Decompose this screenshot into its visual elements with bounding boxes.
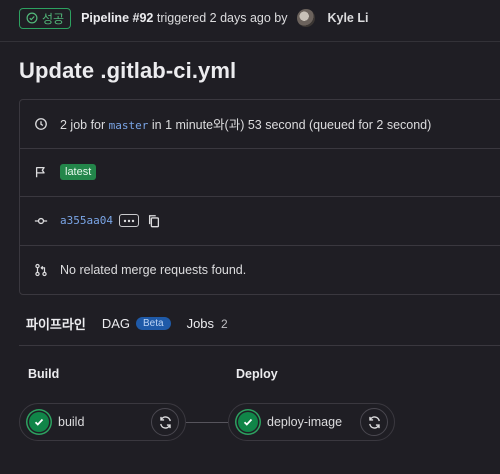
retry-button[interactable] — [360, 408, 388, 436]
jobs-count: 2 — [221, 316, 228, 331]
retry-button[interactable] — [151, 408, 179, 436]
latest-badge: latest — [60, 164, 97, 181]
success-check-icon — [238, 412, 258, 432]
job-build-label: build — [58, 415, 85, 429]
pipeline-header: 성공 Pipeline #92 triggered 2 days ago by … — [19, 7, 500, 29]
tab-pipeline[interactable]: 파이프라인 — [26, 314, 86, 333]
clock-icon — [35, 117, 47, 130]
duration-text: in 1 minute와(과) 53 second (queued for 2 … — [151, 118, 432, 133]
jobs-prefix: 2 job for — [60, 118, 106, 133]
duration-row: 2 job for master in 1 minute와(과) 53 seco… — [20, 100, 500, 149]
stage-build-title: Build — [28, 367, 60, 381]
retry-icon — [159, 415, 171, 429]
job-deploy-image-label: deploy-image — [267, 415, 343, 429]
flag-icon — [35, 167, 45, 178]
stage-connector — [186, 422, 228, 423]
merge-requests-text: No related merge requests found. — [60, 262, 247, 277]
retry-icon — [368, 415, 380, 429]
pipeline-id: Pipeline #92 — [81, 11, 154, 25]
page-title: Update .gitlab-ci.yml — [19, 58, 237, 83]
status-label: 성공 — [42, 11, 65, 26]
branch-link[interactable]: master — [109, 119, 149, 132]
tab-dag-label: DAG — [101, 316, 130, 331]
stage-deploy-title: Deploy — [236, 367, 278, 381]
commit-icon — [34, 217, 48, 224]
header-divider — [0, 41, 500, 42]
pipeline-info-panel: 2 job for master in 1 minute와(과) 53 seco… — [19, 99, 500, 295]
triggered-text: triggered 2 days ago by — [156, 11, 288, 25]
pipeline-tabs: 파이프라인 DAG Beta Jobs 2 — [26, 314, 228, 333]
commit-sha-link[interactable]: a355aa04 — [60, 214, 113, 227]
ellipsis-button[interactable] — [118, 214, 139, 228]
job-build[interactable]: build — [19, 403, 186, 441]
duration-text-wrap: 2 job for master in 1 minute와(과) 53 seco… — [60, 114, 431, 133]
tab-dag[interactable]: DAG Beta — [102, 316, 171, 331]
beta-badge: Beta — [135, 317, 171, 330]
tab-jobs-label: Jobs — [186, 316, 215, 331]
merge-request-icon — [35, 263, 47, 276]
pipeline-summary: Pipeline #92 triggered 2 days ago by — [81, 11, 287, 25]
commit-row: a355aa04 — [20, 197, 500, 246]
tabs-divider — [19, 345, 500, 346]
check-circle-icon — [26, 12, 38, 24]
author-name[interactable]: Kyle Li — [327, 11, 368, 25]
avatar[interactable] — [297, 9, 316, 27]
copy-icon[interactable] — [147, 214, 161, 228]
merge-requests-row: No related merge requests found. — [20, 246, 500, 295]
tab-pipeline-label: 파이프라인 — [26, 317, 86, 332]
tab-jobs[interactable]: Jobs 2 — [187, 316, 228, 331]
job-deploy-image[interactable]: deploy-image — [228, 403, 395, 441]
status-badge[interactable]: 성공 — [19, 7, 72, 29]
ellipsis-icon — [123, 219, 135, 222]
success-check-icon — [29, 412, 49, 432]
tags-row: latest — [20, 149, 500, 197]
